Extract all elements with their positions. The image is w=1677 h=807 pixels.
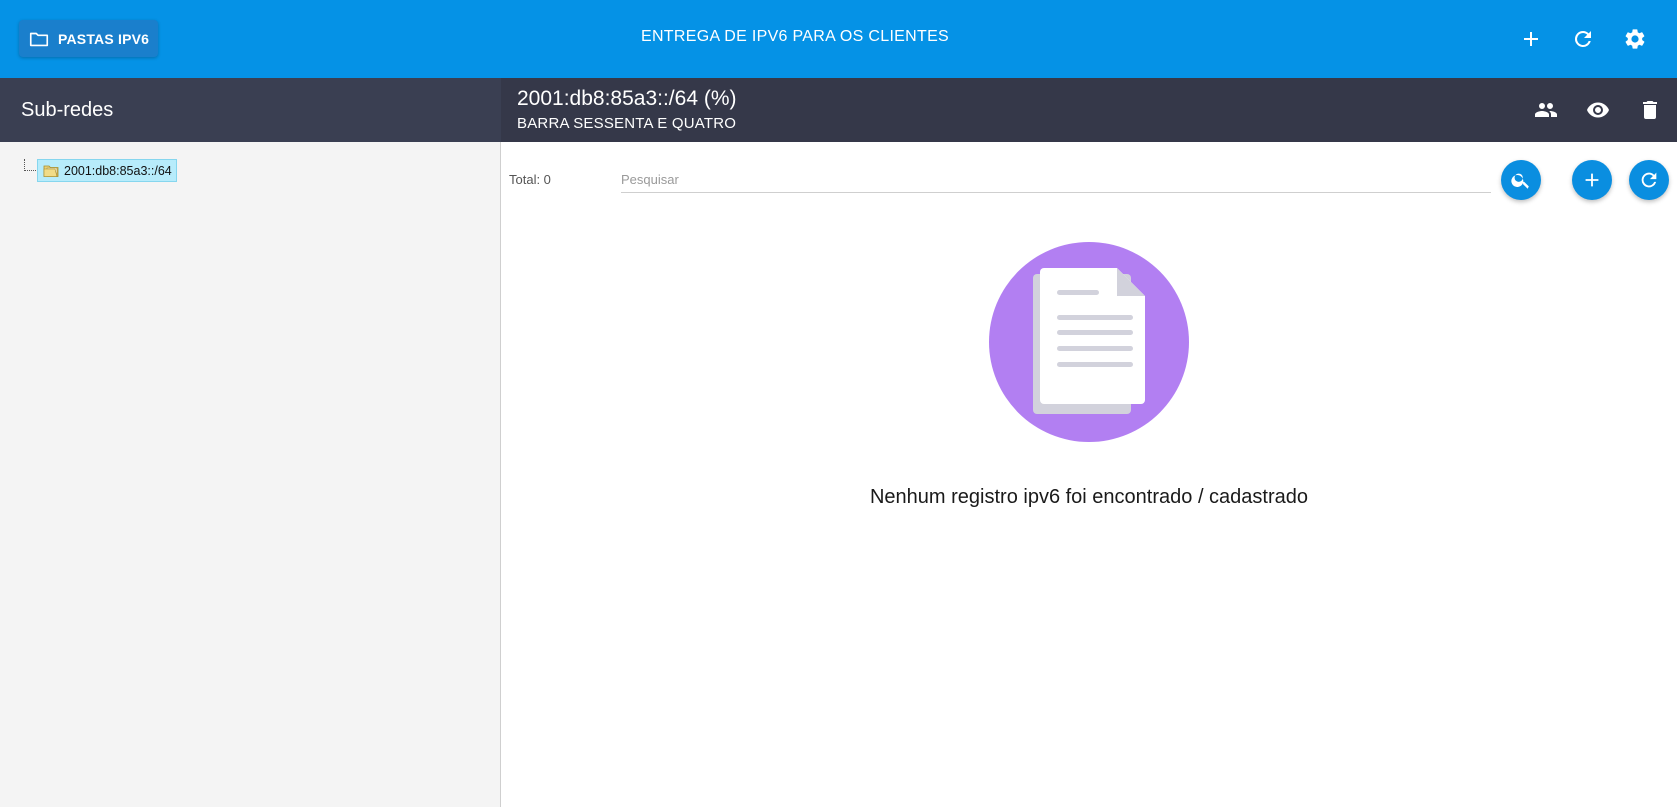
tree-node-label: 2001:db8:85a3::/64 [64, 163, 172, 178]
refresh-button[interactable] [1569, 25, 1597, 53]
detail-header: 2001:db8:85a3::/64 (%) BARRA SESSENTA E … [501, 78, 1677, 142]
add-button[interactable] [1517, 25, 1545, 53]
search-icon [1511, 173, 1529, 189]
search-button[interactable] [1501, 160, 1541, 200]
refresh-list-button[interactable] [1629, 160, 1669, 200]
refresh-icon [1641, 172, 1657, 188]
plus-icon [1524, 32, 1538, 46]
delete-button[interactable] [1637, 97, 1663, 123]
top-app-bar: PASTAS IPV6 ENTREGA DE IPV6 PARA OS CLIE… [0, 0, 1677, 78]
sidebar-title: Sub-redes [21, 99, 114, 121]
gear-icon [1625, 29, 1645, 49]
tree-node-subnet[interactable]: 2001:db8:85a3::/64 [37, 159, 177, 182]
subnet-description: BARRA SESSENTA E QUATRO [517, 115, 737, 132]
empty-state-message: Nenhum registro ipv6 foi encontrado / ca… [869, 486, 1309, 508]
settings-button[interactable] [1621, 25, 1649, 53]
eye-icon [1587, 102, 1609, 118]
add-record-button[interactable] [1572, 160, 1612, 200]
subnet-tree: 2001:db8:85a3::/64 [0, 142, 501, 807]
search-input[interactable] [621, 166, 1491, 192]
refresh-icon [1574, 30, 1591, 47]
subnet-title: 2001:db8:85a3::/64 (%) [517, 87, 737, 110]
people-icon [1535, 103, 1557, 117]
sidebar-header: Sub-redes [0, 78, 501, 142]
folder-icon [43, 165, 59, 177]
view-button[interactable] [1585, 97, 1611, 123]
empty-document-illustration [989, 242, 1189, 442]
app-title: ENTREGA DE IPV6 PARA OS CLIENTES [640, 28, 950, 45]
tree-connector [24, 170, 36, 171]
users-button[interactable] [1533, 97, 1559, 123]
total-count: Total: 0 [509, 172, 551, 187]
trash-icon [1643, 101, 1657, 119]
search-field [621, 166, 1491, 193]
plus-icon [1585, 173, 1599, 187]
